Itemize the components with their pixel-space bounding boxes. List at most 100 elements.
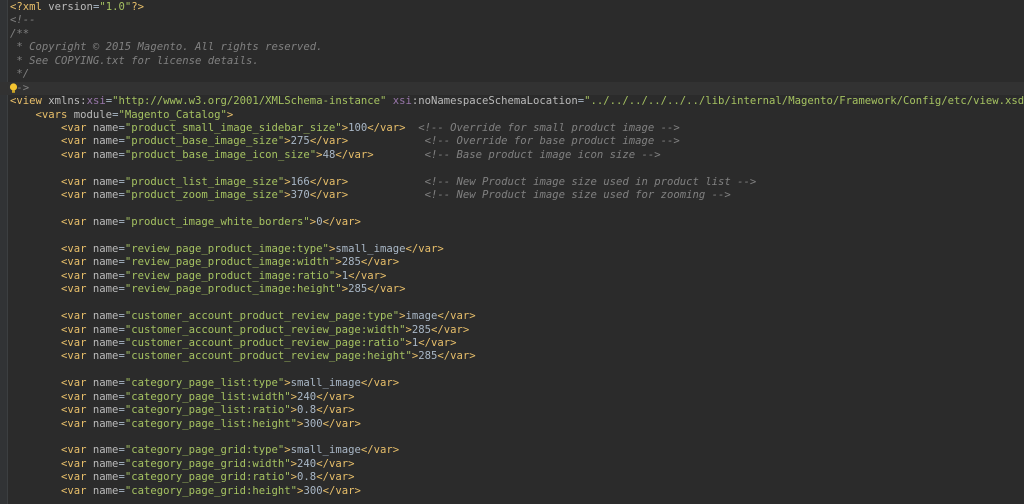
xml-tag: </var> [309,175,349,188]
xml-attribute: name [92,484,119,497]
code-line[interactable]: <view xmlns:xsi="http://www.w3.org/2001/… [0,95,1024,108]
xml-attribute: name [92,457,119,470]
code-line[interactable]: <var name="review_page_product_image:hei… [0,283,1024,296]
code-text: 240 [297,390,317,403]
code-line[interactable]: <var name="customer_account_product_revi… [0,350,1024,363]
code-line[interactable]: <!-- [0,14,1024,27]
xml-string: "category_page_grid:ratio" [124,471,291,484]
code-text: 166 [290,175,310,188]
code-line[interactable]: <var name="category_page_grid:width">240… [0,458,1024,471]
code-line[interactable]: <var name="category_page_list:type">smal… [0,377,1024,390]
xml-attribute: name [92,242,119,255]
code-line[interactable] [0,229,1024,242]
code-line[interactable]: <var name="category_page_grid:height">30… [0,485,1024,498]
code-area[interactable]: <?xml version="1.0"?> <!--/** * Copyright… [0,0,1024,498]
xml-comment: <!-- New Product image size used for zoo… [424,189,731,202]
xml-attribute: name [92,216,119,228]
xml-attribute: name [92,189,119,202]
xml-tag: </var> [322,417,361,430]
xml-tag: </var> [316,404,355,417]
xml-attribute: name [92,444,119,457]
code-line[interactable]: */ [0,68,1024,81]
code-line[interactable]: <var name="category_page_list:ratio">0.8… [0,404,1024,417]
xml-comment: /** [10,27,30,40]
xml-tag: <var [61,269,93,282]
xml-attribute: name [92,148,119,161]
xml-tag: <var [61,390,93,403]
xml-comment: <!-- [10,14,36,27]
xml-string: "category_page_list:ratio" [124,404,291,417]
xml-attribute: name [92,390,119,403]
xml-string: "category_page_list:height" [124,417,298,430]
xml-tag: <var [61,404,93,417]
code-line[interactable]: <var name="product_base_image_icon_size"… [0,149,1024,162]
code-line[interactable] [0,162,1024,175]
xml-string: "../../../../../../lib/internal/Magento/… [584,95,1024,108]
code-line[interactable]: <var name="review_page_product_image:typ… [0,243,1024,256]
code-text: small_image [290,377,361,390]
code-line[interactable]: * See COPYING.txt for license details. [0,55,1024,68]
code-editor[interactable]: <?xml version="1.0"?> <!--/** * Copyright… [0,0,1024,504]
xml-comment: <!-- Override for small product image --… [418,121,680,134]
code-line[interactable]: <var name="review_page_product_image:rat… [0,270,1024,283]
code-line[interactable]: --> [0,81,1024,96]
code-text: 240 [297,457,317,470]
code-line[interactable]: <var name="category_page_list:height">30… [0,418,1024,431]
xml-string: "product_small_image_sidebar_size" [124,121,342,134]
code-line[interactable]: <var name="customer_account_product_revi… [0,337,1024,350]
xml-attribute: name [92,256,119,269]
code-line[interactable]: <vars module="Magento_Catalog"> [0,109,1024,122]
code-line[interactable]: <var name="customer_account_product_revi… [0,324,1024,337]
xml-tag: > [226,108,234,121]
xml-attribute: name [92,404,119,417]
code-line[interactable]: <var name="category_page_grid:type">smal… [0,444,1024,457]
code-text: 0.8 [297,404,317,417]
code-line[interactable]: <var name="product_list_image_size">166<… [0,176,1024,189]
xml-string: "category_page_grid:width" [124,457,291,470]
code-line[interactable]: <var name="product_base_image_size">275<… [0,135,1024,148]
xml-string: "product_image_white_borders" [124,216,310,228]
code-line[interactable]: /** [0,28,1024,41]
code-line[interactable] [0,431,1024,444]
xml-comment: * See COPYING.txt for license details. [10,54,259,67]
code-line[interactable]: <?xml version="1.0"?> [0,1,1024,14]
code-line[interactable]: <var name="category_page_grid:ratio">0.8… [0,471,1024,484]
xml-tag: <var [61,377,93,390]
xml-attribute: name [92,350,119,363]
code-line[interactable]: <var name="product_zoom_image_size">370<… [0,189,1024,202]
xml-string: "category_page_list:width" [124,390,291,403]
xml-string: "1.0" [99,1,132,13]
xml-tag: </var> [309,135,349,148]
code-text: 48 [322,148,336,161]
xml-tag: <var [61,310,93,323]
code-line[interactable]: <var name="review_page_product_image:wid… [0,256,1024,269]
code-line[interactable]: <var name="product_image_white_borders">… [0,216,1024,229]
lightbulb-icon[interactable] [9,83,18,94]
code-line[interactable] [0,203,1024,216]
code-line[interactable]: * Copyright © 2015 Magento. All rights r… [0,41,1024,54]
xml-tag: <var [61,175,93,188]
code-line[interactable] [0,364,1024,377]
code-line[interactable] [0,297,1024,310]
code-line[interactable]: <var name="product_small_image_sidebar_s… [0,122,1024,135]
code-text: 275 [290,135,310,148]
code-line[interactable]: <var name="category_page_list:width">240… [0,391,1024,404]
xml-tag: <var [61,283,93,296]
xml-tag: <var [61,323,93,336]
code-text: small_image [335,242,406,255]
code-line[interactable]: <var name="customer_account_product_revi… [0,310,1024,323]
